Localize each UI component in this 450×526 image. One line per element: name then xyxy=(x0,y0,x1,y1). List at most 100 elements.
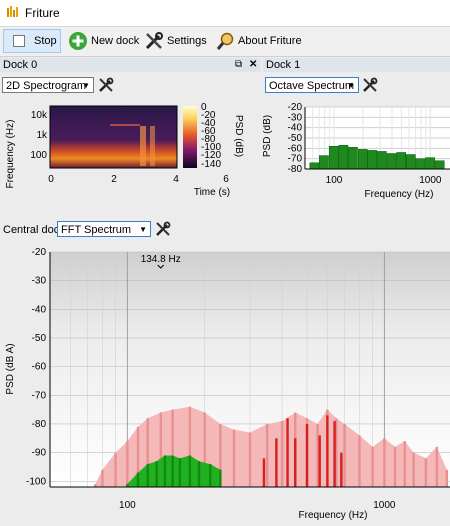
settings-label: Settings xyxy=(167,35,207,47)
fft-ytick: -40 xyxy=(32,304,47,315)
octave-bar xyxy=(319,155,329,170)
fft-xtick: 100 xyxy=(119,500,136,511)
spectrogram-ylabel: Frequency (Hz) xyxy=(5,120,16,189)
octave-bar xyxy=(367,150,378,170)
octave-ylabel: PSD (dB) xyxy=(263,115,273,157)
float-icon[interactable]: ⧉ xyxy=(235,58,242,72)
octave-bar xyxy=(396,152,407,170)
central-settings-icon[interactable] xyxy=(154,220,172,238)
chevron-down-icon: ▼ xyxy=(347,81,355,90)
dock-1: Dock 1 Octave Spectrum ▼ PSD (dB) -20 -30… xyxy=(263,58,450,208)
fft-max-hold-spike xyxy=(232,429,236,487)
fft-ylabel: PSD (dB A) xyxy=(5,343,16,394)
stop-checkbox[interactable] xyxy=(13,35,25,47)
spectrogram-xtick: 0 xyxy=(48,174,54,185)
fft-xtick: 1000 xyxy=(373,500,396,511)
new-dock-button[interactable]: New dock xyxy=(68,29,139,53)
spectrogram-xtick: 2 xyxy=(111,174,117,185)
about-label: About Friture xyxy=(238,35,302,47)
dock-1-widget-select[interactable]: Octave Spectrum ▼ xyxy=(265,77,359,93)
window-titlebar: Friture xyxy=(0,0,450,27)
fft-max-hold-spike xyxy=(101,469,104,487)
octave-bar xyxy=(338,144,349,170)
dock-0: Dock 0 ⧉ ✕ 2D Spectrogram ▼ Frequency (H… xyxy=(0,58,261,208)
spectrogram-plot: Frequency (Hz) 10k 1k 100 0 2 4 6 Time (… xyxy=(5,102,244,198)
fft-peak-spike xyxy=(294,438,297,487)
dock-0-settings-icon[interactable] xyxy=(97,76,115,94)
fft-max-hold-spike xyxy=(358,435,361,487)
tools-icon xyxy=(145,32,163,50)
peak-frequency-label: 134.8 Hz xyxy=(141,254,181,265)
octave-bar xyxy=(386,153,397,170)
fft-ytick: -60 xyxy=(32,362,47,373)
fft-max-hold-spike xyxy=(343,423,346,487)
dock-1-titlebar[interactable]: Dock 1 xyxy=(263,58,450,72)
fft-current-spike xyxy=(219,469,222,487)
about-button[interactable]: About Friture xyxy=(215,29,302,53)
chevron-down-icon: ▼ xyxy=(139,225,147,234)
fft-spectrum-panel: PSD (dB A) -20 -30 -40 -50 -60 -70 -80 -90 -100 … xyxy=(0,244,450,523)
close-icon[interactable]: ✕ xyxy=(249,58,257,72)
central-dock-label: Central dock xyxy=(3,224,65,236)
fft-peak-spike xyxy=(340,452,343,487)
octave-ytick: -80 xyxy=(288,164,303,175)
dock-0-widget-select[interactable]: 2D Spectrogram ▼ xyxy=(2,77,94,93)
fft-max-hold-spike xyxy=(371,446,374,487)
spectrogram-xtick: 6 xyxy=(223,174,229,185)
colorbar-tick: -140 xyxy=(201,159,221,170)
fft-current-spike xyxy=(136,472,140,487)
fft-ytick: -80 xyxy=(32,419,47,430)
dock-0-widget-value: 2D Spectrogram xyxy=(6,80,87,92)
octave-xtick: 1000 xyxy=(419,175,442,186)
fft-current-spike xyxy=(171,455,174,487)
fft-peak-spike xyxy=(275,438,278,487)
fft-max-hold-spike xyxy=(383,438,386,487)
fft-max-hold-spike xyxy=(403,441,406,487)
fft-ytick: -20 xyxy=(32,247,47,258)
stop-label: Stop xyxy=(34,35,57,47)
fft-xlabel: Frequency (Hz) xyxy=(299,510,368,521)
fft-max-hold-spike xyxy=(424,458,428,487)
fft-peak-spike xyxy=(326,415,329,487)
spectrogram-harmonic xyxy=(110,124,140,126)
octave-bar xyxy=(425,157,435,170)
dock-1-settings-icon[interactable] xyxy=(361,76,379,94)
spectrogram-transient xyxy=(150,126,155,166)
octave-bar xyxy=(405,154,416,170)
fft-max-hold-spike xyxy=(266,423,269,487)
settings-button[interactable]: Settings xyxy=(144,29,207,53)
fft-max-hold-spike xyxy=(114,452,117,487)
spectrogram-xlabel: Time (s) xyxy=(194,187,230,198)
fft-max-hold-spike xyxy=(412,452,415,487)
fft-ytick: -50 xyxy=(32,333,47,344)
fft-max-hold-spike xyxy=(393,446,397,487)
fft-peak-spike xyxy=(305,423,309,487)
octave-bar xyxy=(309,162,320,170)
fft-max-hold-spike xyxy=(248,432,252,487)
fft-max-hold-spike xyxy=(445,469,449,487)
new-dock-label: New dock xyxy=(91,35,140,47)
fft-current-spike xyxy=(188,455,192,487)
fft-ytick: -90 xyxy=(32,448,47,459)
fft-peak-spike xyxy=(318,435,321,487)
chevron-down-icon: ▼ xyxy=(82,81,90,90)
dock-0-titlebar[interactable]: Dock 0 ⧉ ✕ xyxy=(0,58,261,72)
fft-max-hold-spike xyxy=(280,421,284,487)
fft-ytick: -100 xyxy=(26,476,46,487)
octave-bar xyxy=(434,160,445,170)
octave-xtick: 100 xyxy=(326,175,343,186)
friture-logo-icon xyxy=(7,6,18,17)
central-widget-select[interactable]: FFT Spectrum ▼ xyxy=(57,221,151,237)
window-title: Friture xyxy=(25,6,60,20)
octave-bar xyxy=(328,146,339,170)
spectrogram-ytick: 100 xyxy=(30,150,47,161)
stop-button[interactable]: Stop xyxy=(3,29,61,53)
spectrogram-transient xyxy=(140,126,146,166)
octave-bar xyxy=(348,147,358,170)
fft-current-spike xyxy=(178,458,182,487)
fft-spectrum-plot: PSD (dB A) -20-30-40-50-60-70-80-90-100 … xyxy=(5,247,450,521)
spectrogram-ytick: 10k xyxy=(31,110,48,121)
fft-current-spike xyxy=(208,464,212,487)
fft-current-spike xyxy=(163,455,167,487)
main-toolbar: Stop New dock Settings About Friture xyxy=(0,27,450,57)
